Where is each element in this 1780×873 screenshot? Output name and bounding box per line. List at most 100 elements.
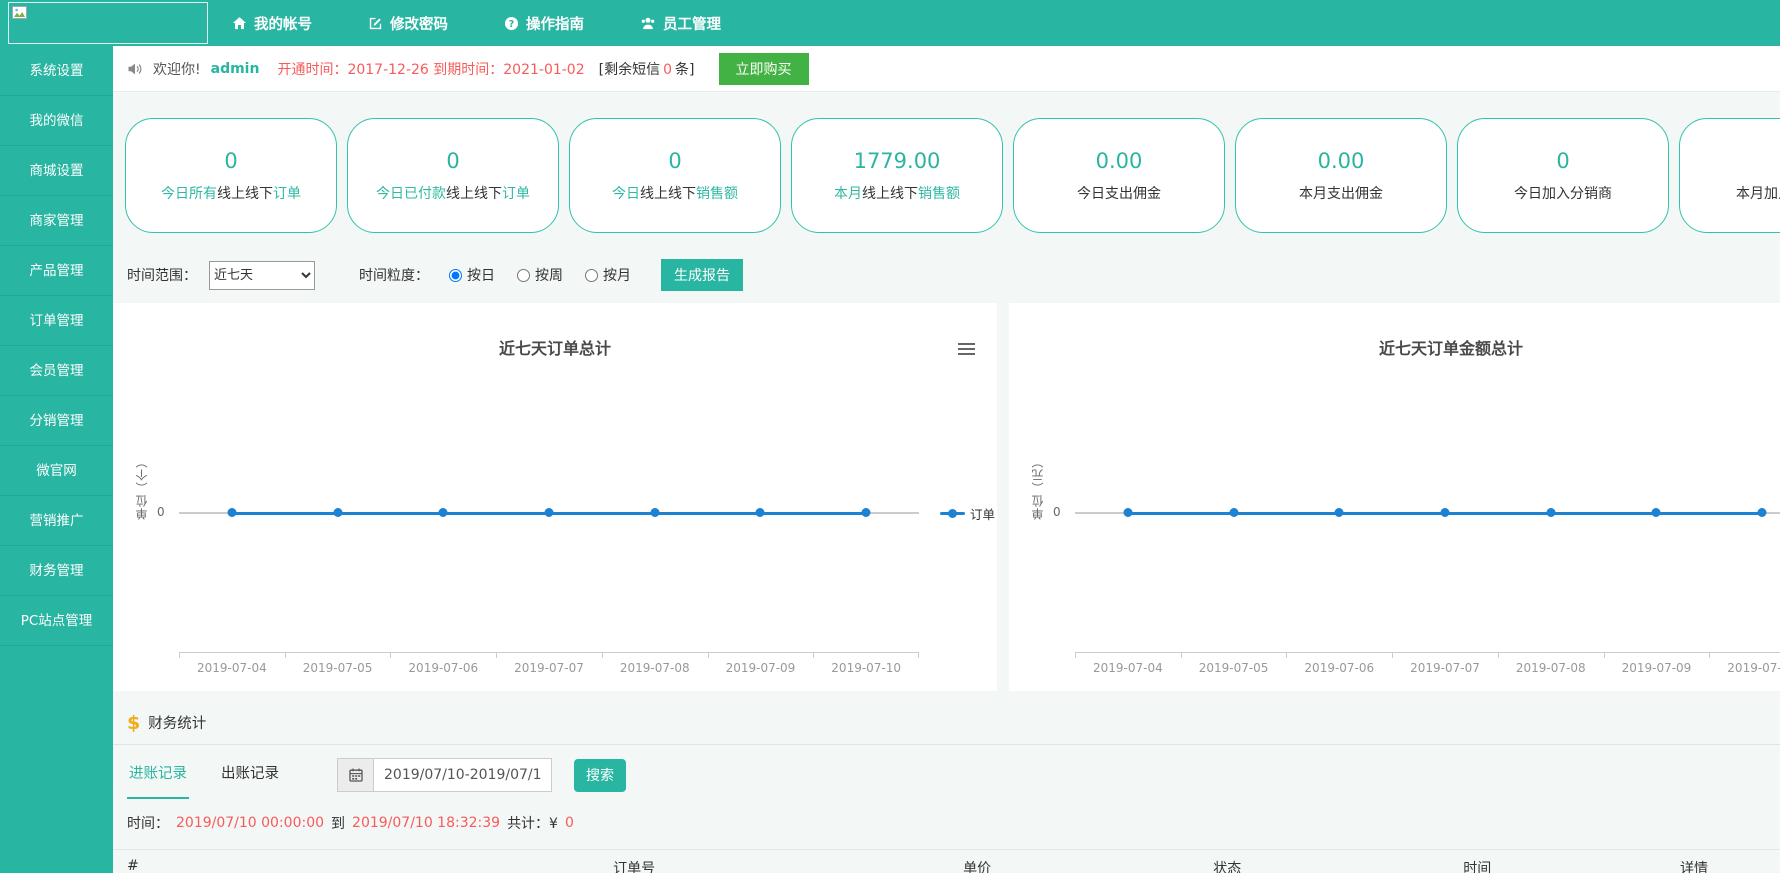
orders-chart-plot: 单位（个） 0 xyxy=(179,383,919,652)
radio-by-day-input[interactable] xyxy=(449,269,462,282)
x-tick-label: 2019-07-05 xyxy=(285,661,391,675)
stat-label-part: 订单 xyxy=(502,186,530,202)
menu-label: 操作指南 xyxy=(526,13,584,34)
chart-legend-orders[interactable]: 订单 xyxy=(940,504,995,523)
sidebar-item-order-mgmt[interactable]: 订单管理 xyxy=(0,296,113,346)
total-amount: 0 xyxy=(565,815,574,831)
calendar-button[interactable] xyxy=(337,758,374,792)
sidebar-item-product-mgmt[interactable]: 产品管理 xyxy=(0,246,113,296)
sidebar-item-distribution-mgmt[interactable]: 分销管理 xyxy=(0,396,113,446)
stat-label-part: 线上线下 xyxy=(446,186,502,202)
logo xyxy=(8,2,208,44)
sidebar-item-mall-settings[interactable]: 商城设置 xyxy=(0,146,113,196)
sidebar-item-finance-mgmt[interactable]: 财务管理 xyxy=(0,546,113,596)
stat-label: 本月线上线下销售额 xyxy=(834,183,960,203)
radio-by-month[interactable]: 按月 xyxy=(585,265,631,285)
stat-label-part: 今日 xyxy=(612,186,640,202)
sidebar-item-system-settings[interactable]: 系统设置 xyxy=(0,46,113,96)
main-content: 欢迎你! admin 开通时间：2017-12-26 到期时间：2021-01-… xyxy=(113,46,1780,873)
stat-card-today-paid-orders: 0 今日已付款线上线下订单 xyxy=(347,118,559,233)
date-range-group xyxy=(337,758,552,792)
menu-my-account[interactable]: 我的帐号 xyxy=(232,13,312,34)
sidebar-item-my-wechat[interactable]: 我的微信 xyxy=(0,96,113,146)
stat-card-today-sales: 0 今日线上线下销售额 xyxy=(569,118,781,233)
chart-toolbox-icon[interactable] xyxy=(958,343,975,358)
granularity-radio-group: 按日 按周 按月 xyxy=(449,265,631,285)
finance-title: 财务统计 xyxy=(148,712,206,733)
stat-value: 0 xyxy=(1556,149,1569,173)
buy-now-button[interactable]: 立即购买 xyxy=(719,53,809,85)
finance-section-header: $ 财务统计 xyxy=(113,701,1780,745)
stat-label-part: 销售额 xyxy=(696,186,738,202)
orders-chart-panel: 近七天订单总计 单位（个） 0 2019-07-04 xyxy=(113,303,997,691)
sidebar-item-pc-site-mgmt[interactable]: PC站点管理 xyxy=(0,596,113,646)
stat-label: 今日所有线上线下订单 xyxy=(161,183,301,203)
finance-tabs-row: 进账记录 出账记录 搜索 xyxy=(113,751,1780,799)
username: admin xyxy=(211,61,260,77)
total-label: 共计：¥ xyxy=(507,813,558,833)
radio-by-week-input[interactable] xyxy=(517,269,530,282)
generate-report-button[interactable]: 生成报告 xyxy=(661,259,743,291)
stat-value: 0.00 xyxy=(1096,149,1143,173)
col-order-no: 订单号 xyxy=(613,858,963,873)
data-point xyxy=(1758,508,1767,517)
data-point xyxy=(1123,508,1132,517)
time-range-select[interactable]: 近七天 xyxy=(209,261,315,290)
data-point xyxy=(1335,508,1344,517)
radio-by-week[interactable]: 按周 xyxy=(517,265,563,285)
menu-guide[interactable]: ? 操作指南 xyxy=(504,13,584,34)
sms-prefix: [剩余短信 xyxy=(599,62,660,78)
x-tick-label: 2019-07-10 xyxy=(813,661,919,675)
tab-income-records[interactable]: 进账记录 xyxy=(127,751,189,799)
legend-label: 订单 xyxy=(970,504,995,523)
chart-title: 近七天订单金额总计 xyxy=(1009,335,1780,359)
stat-label-part: 今日已付款 xyxy=(376,186,446,202)
sms-suffix: 条] xyxy=(675,62,694,78)
x-tick-label: 2019-07-04 xyxy=(179,661,285,675)
time-label: 时间： xyxy=(127,813,169,833)
finance-table-header: # 订单号 单价 状态 时间 详情 xyxy=(113,849,1780,873)
sidebar-item-merchant-mgmt[interactable]: 商家管理 xyxy=(0,196,113,246)
order-amount-chart-panel: 近七天订单金额总计 单位（元） 0 2019-07-04 2019- xyxy=(1009,303,1780,691)
radio-by-day[interactable]: 按日 xyxy=(449,265,495,285)
stat-value: 0 xyxy=(446,149,459,173)
stat-cards-row: 0 今日所有线上线下订单 0 今日已付款线上线下订单 0 今日线上线下销售额 1… xyxy=(113,118,1780,233)
menu-label: 员工管理 xyxy=(663,13,721,34)
start-time: 2019/07/10 00:00:00 xyxy=(176,815,324,831)
y-axis-tick: 0 xyxy=(157,505,165,519)
menu-staff[interactable]: 员工管理 xyxy=(640,13,721,34)
sidebar-item-micro-site[interactable]: 微官网 xyxy=(0,446,113,496)
radio-label: 按日 xyxy=(467,265,495,285)
x-tick-label: 2019-07-06 xyxy=(390,661,496,675)
radio-by-month-input[interactable] xyxy=(585,269,598,282)
question-icon: ? xyxy=(504,16,519,31)
data-point xyxy=(545,508,554,517)
welcome-bar: 欢迎你! admin 开通时间：2017-12-26 到期时间：2021-01-… xyxy=(113,46,1780,92)
sidebar-item-marketing[interactable]: 营销推广 xyxy=(0,496,113,546)
tab-outgoing-records[interactable]: 出账记录 xyxy=(219,751,281,799)
x-tick-label: 2019-07-04 xyxy=(1075,661,1181,675)
legend-line-symbol xyxy=(940,512,965,515)
stat-label-part: 线上线下 xyxy=(862,186,918,202)
broken-image-icon xyxy=(12,6,27,19)
x-tick-label: 2019-07-05 xyxy=(1181,661,1287,675)
y-axis-label: 单位（元） xyxy=(1029,455,1046,520)
data-point xyxy=(650,508,659,517)
end-time: 2019/07/10 18:32:39 xyxy=(352,815,500,831)
x-tick-label: 2019-07-07 xyxy=(496,661,602,675)
menu-change-password[interactable]: 修改密码 xyxy=(368,13,448,34)
x-tick-label: 2019-07-06 xyxy=(1286,661,1392,675)
sidebar-item-member-mgmt[interactable]: 会员管理 xyxy=(0,346,113,396)
x-tick-label: 2019-07-09 xyxy=(708,661,814,675)
stat-card-month-commission: 0.00 本月支出佣金 xyxy=(1235,118,1447,233)
data-point xyxy=(1652,508,1661,517)
chart-title: 近七天订单总计 xyxy=(113,335,997,359)
stat-card-month-distributors: 1 本月加入分销商 xyxy=(1679,118,1780,233)
users-icon xyxy=(640,16,656,31)
x-tick-label: 2019-07-09 xyxy=(1604,661,1710,675)
charts-row: 近七天订单总计 单位（个） 0 2019-07-04 xyxy=(113,303,1780,691)
stat-label-part: 线上线下 xyxy=(217,186,273,202)
date-range-input[interactable] xyxy=(374,758,552,792)
stat-label-part: 订单 xyxy=(273,186,301,202)
search-button[interactable]: 搜索 xyxy=(574,759,626,792)
